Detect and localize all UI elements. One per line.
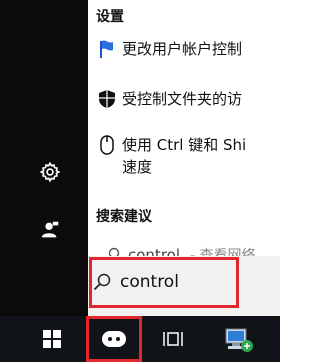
start-menu-rail xyxy=(0,0,88,362)
result-item-label-line1: 使用 Ctrl 键和 Shi xyxy=(122,136,247,154)
cortana-icon[interactable] xyxy=(92,316,136,362)
mouse-icon xyxy=(92,134,122,156)
settings-section-title: 设置 xyxy=(96,9,124,25)
shield-icon xyxy=(92,88,122,110)
result-item[interactable]: 受控制文件夹的访 xyxy=(88,88,280,110)
windows-start-icon[interactable] xyxy=(38,316,66,362)
result-item-label-line2: 速度 xyxy=(122,158,153,176)
search-input[interactable]: control xyxy=(120,272,179,292)
gear-icon[interactable] xyxy=(36,158,64,186)
search-icon xyxy=(93,273,111,291)
result-item[interactable]: 使用 Ctrl 键和 Shi 速度 xyxy=(88,134,280,178)
result-item-label: 更改用户帐户控制 xyxy=(122,40,243,58)
network-icon[interactable] xyxy=(220,316,256,362)
taskbar xyxy=(0,316,280,362)
search-suggestions-title: 搜索建议 xyxy=(96,209,152,225)
person-icon[interactable] xyxy=(36,216,64,244)
search-box[interactable]: control xyxy=(88,256,280,316)
task-view-icon[interactable] xyxy=(158,316,188,362)
flag-icon xyxy=(92,38,122,60)
result-item[interactable]: 更改用户帐户控制 xyxy=(88,38,280,60)
result-item-label: 受控制文件夹的访 xyxy=(122,90,243,108)
